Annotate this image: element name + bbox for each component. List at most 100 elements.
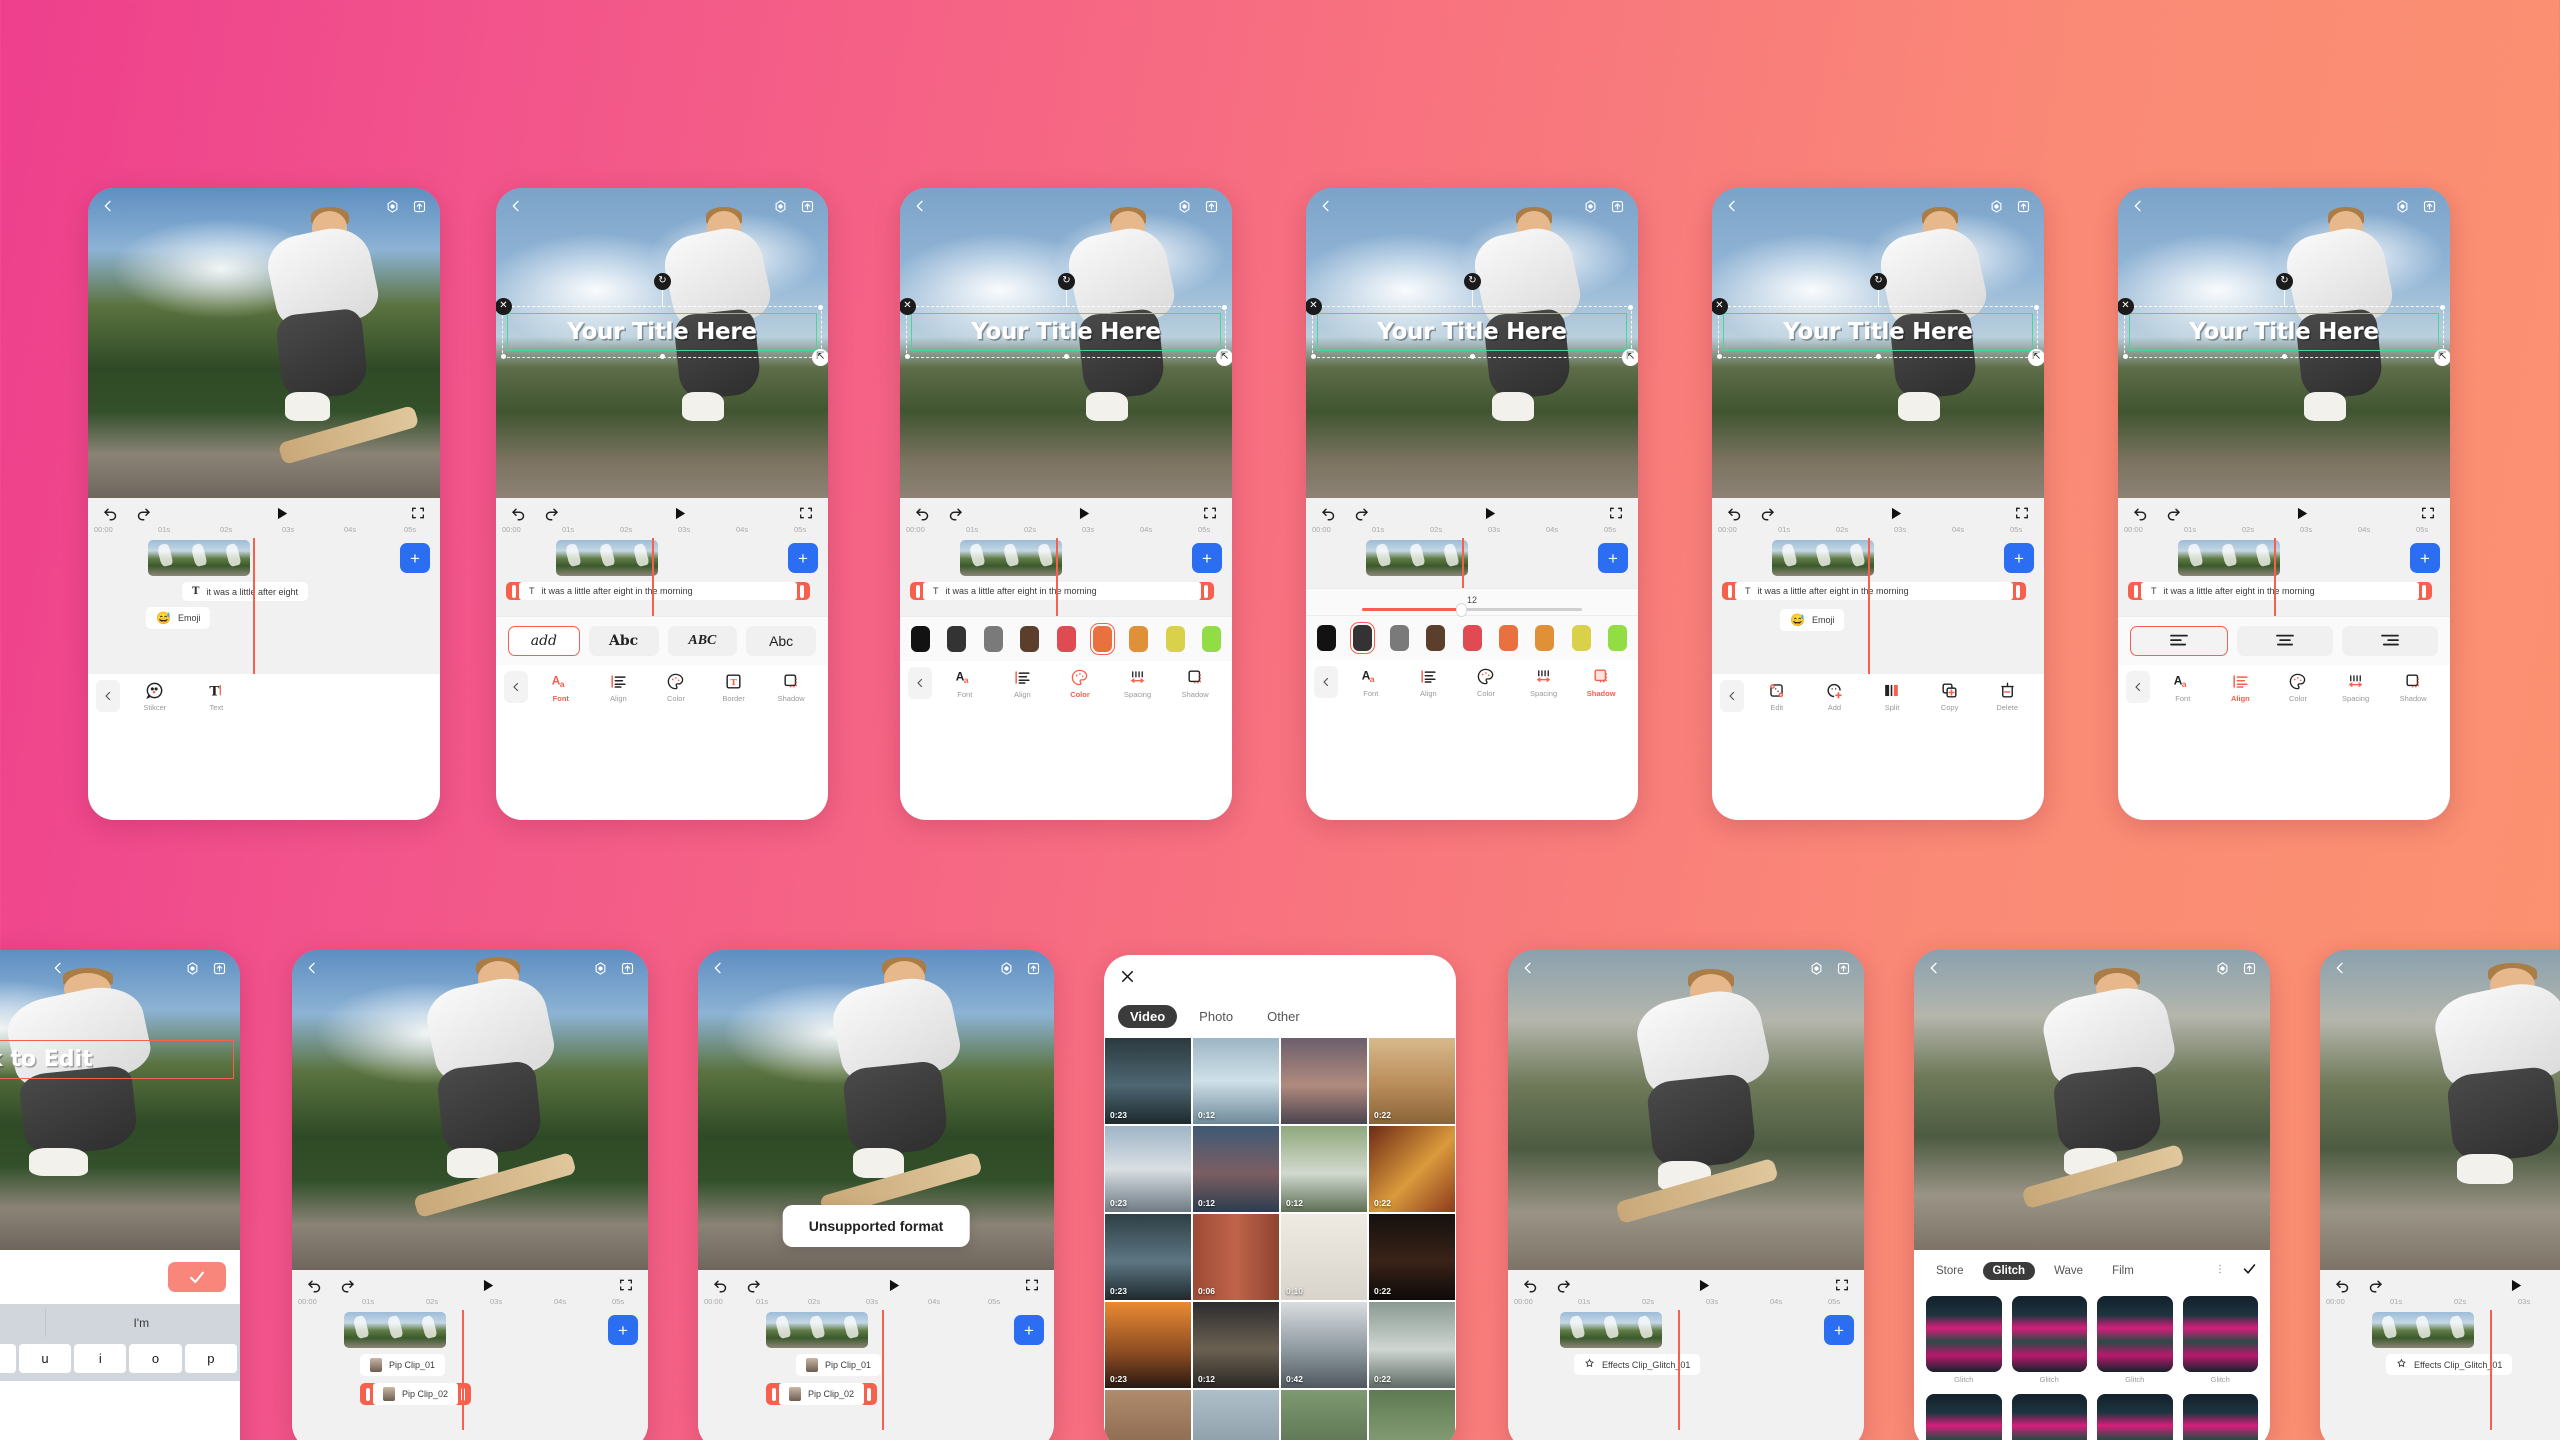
color-swatch[interactable]	[1317, 625, 1336, 651]
color-swatch[interactable]	[1202, 626, 1221, 652]
effect-item[interactable]: Glitch	[1926, 1393, 2002, 1440]
preview-canvas[interactable]: ✕ ↻ ⇱ Your Title Here	[2118, 188, 2450, 498]
add-media-button[interactable]: +	[788, 543, 818, 573]
rotate-icon[interactable]: ↻	[1464, 272, 1481, 290]
nav-item-edit[interactable]: Edit	[1748, 681, 1806, 712]
redo-icon[interactable]	[1352, 504, 1370, 522]
fullscreen-icon[interactable]	[618, 1277, 634, 1293]
title-text[interactable]: Your Title Here	[1783, 319, 1973, 345]
video-clip-strip[interactable]	[556, 540, 658, 576]
redo-icon[interactable]	[1554, 1276, 1572, 1294]
nav-back-button[interactable]	[96, 680, 120, 712]
play-icon[interactable]	[2293, 505, 2310, 522]
preview-canvas[interactable]: ✕ ↻ ⇱ Your Title Here	[496, 188, 828, 498]
effect-item[interactable]: Glitch	[2097, 1296, 2173, 1384]
gear-icon[interactable]	[1808, 960, 1825, 977]
media-cell[interactable]	[1281, 1038, 1367, 1124]
playhead[interactable]	[1462, 538, 1464, 588]
emoji-track[interactable]: 😅 Emoji	[1780, 608, 1845, 631]
font-option[interactable]: add	[508, 626, 580, 656]
color-swatch[interactable]	[1129, 626, 1149, 652]
redo-icon[interactable]	[338, 1276, 356, 1294]
suggestion[interactable]: I'm	[46, 1309, 238, 1337]
align-left-option[interactable]	[2130, 626, 2228, 656]
text-selection-overlay[interactable]: ✕ ↻ ⇱ Your Title Here	[2118, 272, 2450, 366]
video-clip-strip[interactable]	[960, 540, 1062, 576]
keyboard-key[interactable]: o	[129, 1344, 182, 1373]
redo-icon[interactable]	[744, 1276, 762, 1294]
tab-wave[interactable]: Wave	[2044, 1262, 2093, 1280]
gear-icon[interactable]	[998, 960, 1015, 977]
back-icon[interactable]	[50, 960, 66, 976]
back-icon[interactable]	[912, 198, 928, 214]
playhead[interactable]	[652, 538, 654, 616]
text-track-selected[interactable]: T it was a little after eight in the mor…	[1722, 582, 2026, 600]
back-icon[interactable]	[2332, 960, 2348, 976]
play-icon[interactable]	[1075, 505, 1092, 522]
media-cell[interactable]: 0:22	[1369, 1302, 1455, 1388]
effect-item[interactable]: Glitch	[2097, 1393, 2173, 1440]
preview-canvas[interactable]: Double Click to Edit	[0, 950, 240, 1250]
align-right-option[interactable]	[2342, 626, 2438, 656]
timeline-tracks[interactable]: + Effects Clip_Glitch_01	[2320, 1310, 2560, 1430]
media-cell[interactable]: 0:12	[1281, 1126, 1367, 1212]
color-swatch[interactable]	[1389, 625, 1409, 651]
fullscreen-icon[interactable]	[2420, 505, 2436, 521]
nav-item-text[interactable]: T Text	[186, 681, 248, 712]
text-track-selected[interactable]: T it was a little after eight in the mor…	[506, 582, 810, 600]
close-icon[interactable]: ✕	[1712, 297, 1728, 315]
video-clip-strip[interactable]	[148, 540, 250, 576]
resize-icon[interactable]: ⇱	[2028, 348, 2044, 366]
fullscreen-icon[interactable]	[798, 505, 814, 521]
color-swatch[interactable]	[1535, 625, 1555, 651]
gear-icon[interactable]	[2214, 960, 2231, 977]
nav-item-spacing[interactable]: Spacing	[2327, 672, 2385, 703]
play-icon[interactable]	[273, 505, 290, 522]
trim-handle-left[interactable]	[366, 1387, 370, 1401]
trim-handle-left[interactable]	[512, 584, 516, 598]
play-icon[interactable]	[671, 505, 688, 522]
timeline-tracks[interactable]: + T it was a little after eight in the m…	[1712, 538, 2044, 674]
editable-text-band[interactable]: Double Click to Edit	[0, 1040, 234, 1079]
undo-icon[interactable]	[1522, 1276, 1540, 1294]
fullscreen-icon[interactable]	[1202, 505, 1218, 521]
fullscreen-icon[interactable]	[1834, 1277, 1850, 1293]
nav-item-align[interactable]: Align	[590, 672, 648, 703]
preview-canvas[interactable]	[2320, 950, 2560, 1270]
close-icon[interactable]: ✕	[2118, 297, 2134, 315]
nav-back-button[interactable]	[504, 671, 528, 703]
effects-track[interactable]: Effects Clip_Glitch_01	[1574, 1354, 1701, 1375]
text-selection-overlay[interactable]: ✕ ↻ ⇱ Your Title Here	[1712, 272, 2044, 366]
media-cell[interactable]	[1369, 1390, 1455, 1440]
color-swatch-selected[interactable]	[1089, 622, 1116, 656]
playhead[interactable]	[1056, 538, 1058, 616]
resize-icon[interactable]: ⇱	[812, 348, 828, 366]
back-icon[interactable]	[100, 198, 116, 214]
undo-icon[interactable]	[1320, 504, 1338, 522]
playhead[interactable]	[1678, 1310, 1680, 1430]
export-icon[interactable]	[2421, 198, 2438, 215]
nav-item-color[interactable]: Color	[1457, 667, 1515, 698]
back-icon[interactable]	[710, 960, 726, 976]
redo-icon[interactable]	[946, 504, 964, 522]
playhead[interactable]	[2490, 1310, 2492, 1430]
back-icon[interactable]	[304, 960, 320, 976]
media-cell[interactable]: 0:23	[1105, 1302, 1191, 1388]
confirm-button[interactable]	[168, 1262, 226, 1292]
export-icon[interactable]	[211, 960, 228, 977]
trim-handle-right[interactable]	[1204, 584, 1208, 598]
export-icon[interactable]	[1609, 198, 1626, 215]
redo-icon[interactable]	[1758, 504, 1776, 522]
undo-icon[interactable]	[2334, 1276, 2352, 1294]
tab-video[interactable]: Video	[1118, 1005, 1178, 1028]
media-cell[interactable]	[1281, 1390, 1367, 1440]
keyboard-key[interactable]: y	[0, 1344, 16, 1373]
trim-handle-left[interactable]	[2134, 584, 2138, 598]
redo-icon[interactable]	[2366, 1276, 2384, 1294]
emoji-track[interactable]: 😅 Emoji	[146, 607, 211, 629]
gear-icon[interactable]	[1582, 198, 1599, 215]
virtual-keyboard[interactable]: the I'm r t y u i o p	[0, 1304, 240, 1381]
play-icon[interactable]	[885, 1277, 902, 1294]
back-icon[interactable]	[1520, 960, 1536, 976]
nav-item-split[interactable]: Split	[1863, 681, 1921, 712]
